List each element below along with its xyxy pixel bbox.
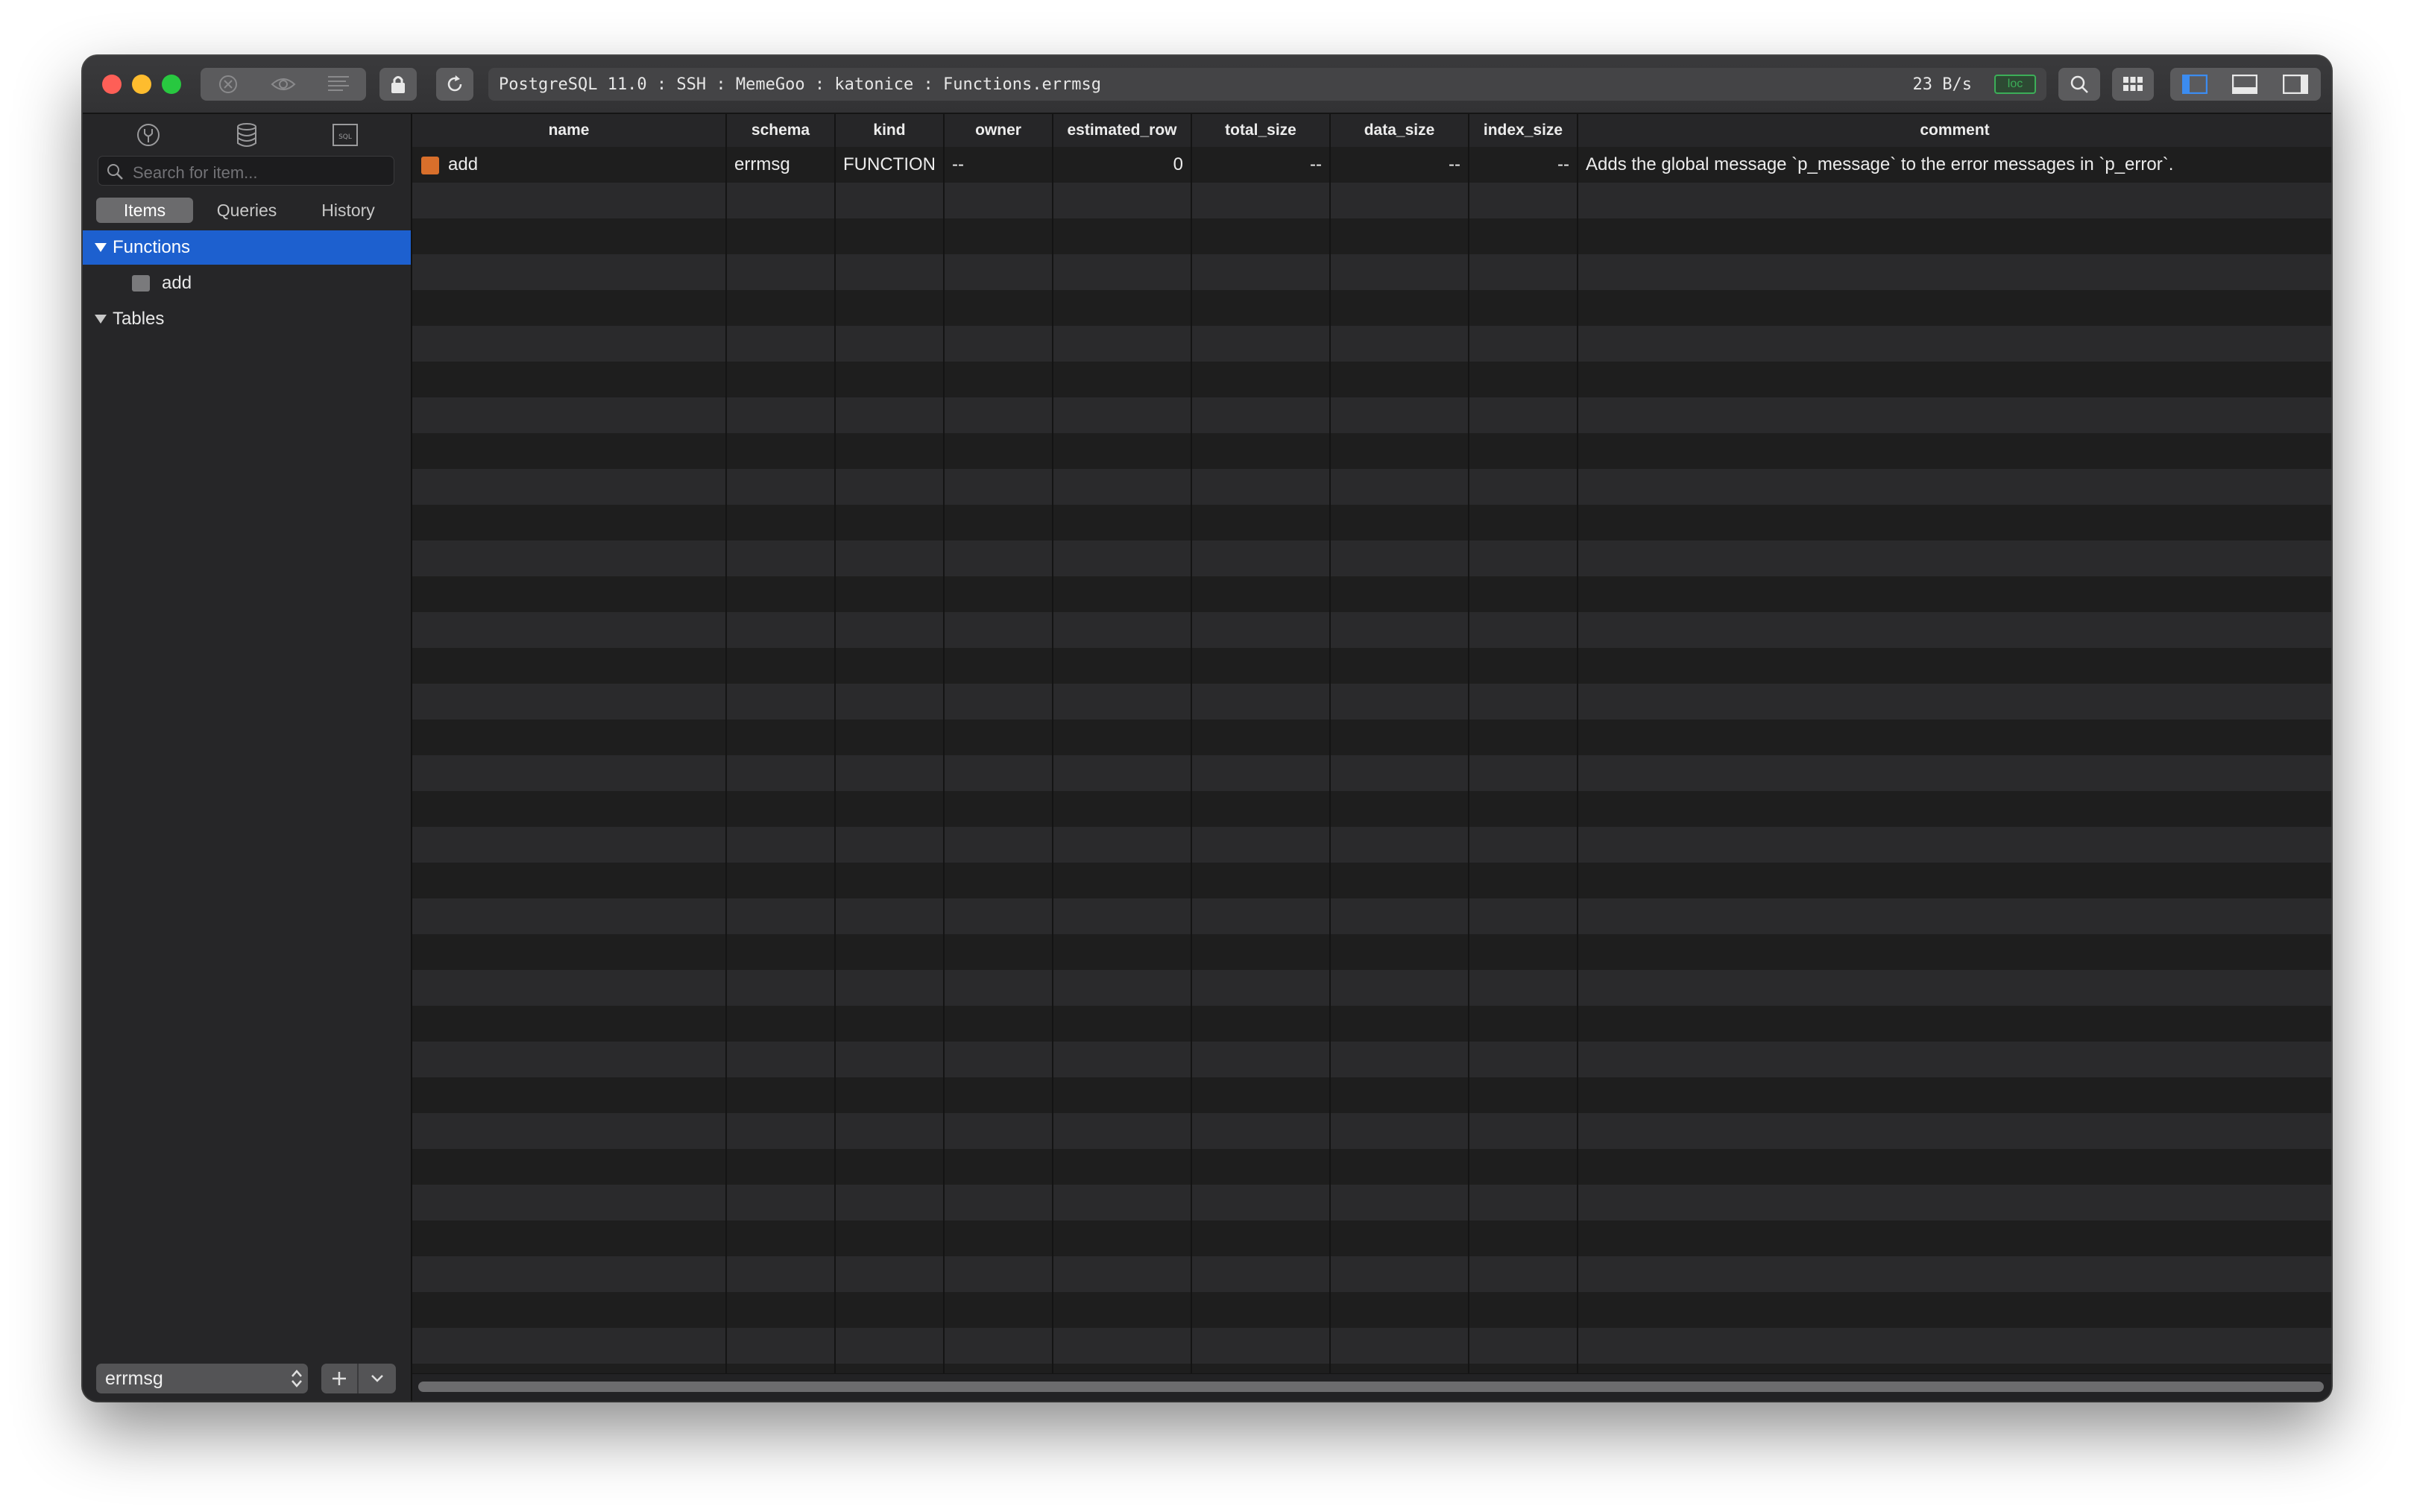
toolbar: PostgreSQL 11.0 : SSH : MemeGoo : katoni… bbox=[83, 56, 2331, 114]
column-header-name[interactable]: name bbox=[412, 114, 727, 147]
reload-icon[interactable] bbox=[436, 68, 473, 101]
zoom-window-button[interactable] bbox=[162, 75, 181, 94]
cell-total-size[interactable]: -- bbox=[1192, 147, 1329, 183]
connection-icon[interactable] bbox=[132, 120, 165, 150]
app-window: PostgreSQL 11.0 : SSH : MemeGoo : katoni… bbox=[83, 56, 2331, 1401]
tree-item-label: add bbox=[162, 273, 192, 293]
grid-icon[interactable] bbox=[2112, 68, 2154, 101]
panel-left-icon[interactable] bbox=[2170, 68, 2219, 101]
column-header-schema[interactable]: schema bbox=[727, 114, 836, 147]
database-select[interactable]: errmsg bbox=[96, 1364, 308, 1393]
column-header-kind[interactable]: kind bbox=[836, 114, 945, 147]
disclosure-triangle-icon[interactable] bbox=[95, 315, 107, 324]
panel-right-icon[interactable] bbox=[2270, 68, 2321, 101]
database-icon[interactable] bbox=[230, 120, 263, 150]
column-header-owner[interactable]: owner bbox=[945, 114, 1053, 147]
data-grid: name schema kind owner estimated_row tot… bbox=[412, 114, 2331, 1401]
connection-bar: PostgreSQL 11.0 : SSH : MemeGoo : katoni… bbox=[488, 68, 2046, 101]
select-arrows-icon bbox=[290, 1368, 303, 1394]
sql-icon[interactable]: SQL bbox=[329, 120, 362, 150]
panel-bottom-icon[interactable] bbox=[2219, 68, 2270, 101]
cell-kind[interactable]: FUNCTION bbox=[836, 147, 943, 183]
cell-index-size[interactable]: -- bbox=[1469, 147, 1577, 183]
cell-estimated-row[interactable]: 0 bbox=[1053, 147, 1191, 183]
tree-item-tables[interactable]: Tables bbox=[83, 302, 411, 336]
search-placeholder: Search for item... bbox=[133, 163, 258, 182]
grid-body: add errmsg FUNCTION -- 0 -- -- -- Adds t… bbox=[412, 147, 2331, 1374]
column-divider bbox=[1052, 147, 1053, 1374]
function-icon bbox=[132, 275, 150, 292]
search-icon[interactable] bbox=[2058, 68, 2100, 101]
grid-header: name schema kind owner estimated_row tot… bbox=[412, 114, 2331, 148]
sidebar-search-input[interactable]: Search for item... bbox=[98, 156, 394, 186]
tree-item-functions[interactable]: Functions bbox=[83, 230, 411, 265]
cell-name-text: add bbox=[448, 154, 479, 174]
column-header-estimated-row[interactable]: estimated_row bbox=[1053, 114, 1192, 147]
minimize-window-button[interactable] bbox=[132, 75, 151, 94]
tab-queries[interactable]: Queries bbox=[198, 198, 296, 223]
column-header-data-size[interactable]: data_size bbox=[1331, 114, 1469, 147]
column-divider bbox=[725, 147, 727, 1374]
sidebar-segmented-control: Items Queries History bbox=[96, 198, 397, 223]
scrollbar-thumb[interactable] bbox=[418, 1382, 2324, 1392]
horizontal-scrollbar[interactable] bbox=[412, 1373, 2331, 1401]
search-icon bbox=[106, 163, 124, 184]
connection-title: PostgreSQL 11.0 : SSH : MemeGoo : katoni… bbox=[499, 75, 1101, 94]
tree-item-add[interactable]: add bbox=[83, 266, 411, 300]
toolbar-actions-group bbox=[201, 68, 366, 101]
cell-comment[interactable]: Adds the global message `p_message` to t… bbox=[1578, 147, 2331, 183]
database-select-value: errmsg bbox=[105, 1368, 163, 1389]
close-window-button[interactable] bbox=[102, 75, 122, 94]
sidebar: SQL Search for item... Items Queries His… bbox=[83, 114, 412, 1401]
tree-item-label: Tables bbox=[113, 309, 165, 329]
tab-items[interactable]: Items bbox=[96, 198, 193, 223]
cell-data-size[interactable]: -- bbox=[1331, 147, 1468, 183]
column-divider bbox=[1329, 147, 1331, 1374]
network-badge: loc bbox=[1994, 75, 2036, 94]
cell-name[interactable]: add bbox=[412, 147, 725, 183]
column-divider bbox=[1191, 147, 1192, 1374]
cell-owner[interactable]: -- bbox=[945, 147, 1052, 183]
network-speed: 23 B/s bbox=[1912, 75, 1972, 94]
console-icon[interactable] bbox=[311, 68, 366, 101]
add-item-group bbox=[321, 1364, 396, 1393]
sidebar-footer: errmsg bbox=[83, 1356, 411, 1401]
tree-item-label: Functions bbox=[113, 237, 191, 257]
panel-toggle-group bbox=[2170, 68, 2321, 101]
column-divider bbox=[1577, 147, 1578, 1374]
column-divider bbox=[943, 147, 945, 1374]
tab-history[interactable]: History bbox=[299, 198, 397, 223]
cell-schema[interactable]: errmsg bbox=[727, 147, 834, 183]
column-header-index-size[interactable]: index_size bbox=[1469, 114, 1578, 147]
row-stripes bbox=[412, 147, 2331, 1374]
column-header-total-size[interactable]: total_size bbox=[1192, 114, 1331, 147]
disclosure-triangle-icon[interactable] bbox=[95, 243, 107, 252]
chevron-down-icon[interactable] bbox=[359, 1364, 396, 1393]
column-divider bbox=[834, 147, 836, 1374]
table-row[interactable]: add errmsg FUNCTION -- 0 -- -- -- Adds t… bbox=[412, 147, 2331, 183]
column-divider bbox=[1468, 147, 1469, 1374]
svg-text:SQL: SQL bbox=[338, 133, 352, 141]
column-header-comment[interactable]: comment bbox=[1578, 114, 2331, 147]
lock-icon[interactable] bbox=[379, 68, 417, 101]
function-icon bbox=[421, 157, 439, 174]
eye-icon[interactable] bbox=[256, 68, 311, 101]
stop-icon[interactable] bbox=[201, 68, 256, 101]
plus-icon[interactable] bbox=[321, 1364, 359, 1393]
